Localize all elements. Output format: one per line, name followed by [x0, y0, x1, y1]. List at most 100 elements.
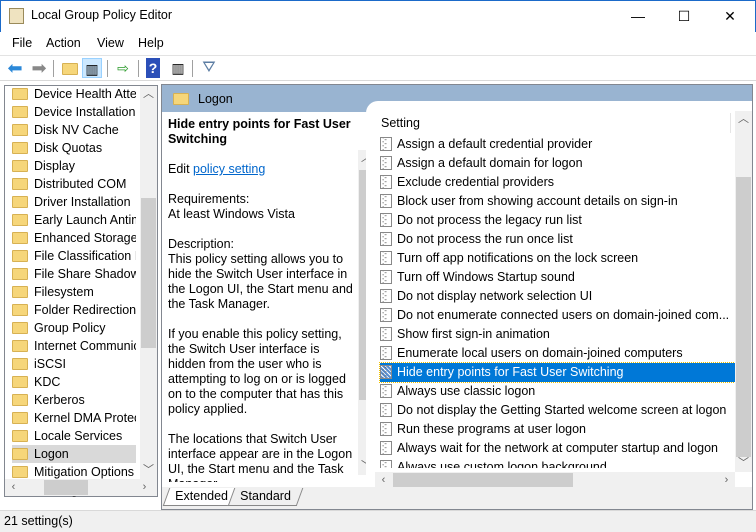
- tree-item[interactable]: Kernel DMA Protection: [12, 409, 136, 427]
- close-button[interactable]: ✕: [707, 0, 753, 32]
- setting-row[interactable]: :-:-:- Do not display network selection U…: [380, 287, 735, 306]
- setting-row[interactable]: :-:-:- Always use classic logon: [380, 382, 735, 401]
- tree-vertical-scrollbar[interactable]: ︿ ﹀: [140, 86, 157, 479]
- setting-row[interactable]: :-:-:- Do not enumerate connected users o…: [380, 306, 735, 325]
- menu-action[interactable]: Action: [46, 36, 81, 50]
- tree-item[interactable]: Device Health Attestation: [12, 85, 136, 103]
- scrollbar-thumb[interactable]: [141, 198, 156, 348]
- setting-row[interactable]: :-:-:- Block user from showing account de…: [380, 192, 735, 211]
- export-list-icon[interactable]: ⇨: [113, 58, 133, 78]
- tree-item[interactable]: Filesystem: [12, 283, 136, 301]
- toolbar-separator: [192, 60, 193, 77]
- folder-icon: [12, 196, 28, 208]
- scroll-up-icon[interactable]: ︿: [735, 111, 752, 128]
- setting-name: Always use custom logon background: [397, 460, 607, 468]
- tree-item[interactable]: iSCSI: [12, 355, 136, 373]
- scrollbar-thumb[interactable]: [736, 177, 751, 457]
- tree-item[interactable]: Distributed COM: [12, 175, 136, 193]
- help-icon[interactable]: ?: [146, 58, 160, 78]
- setting-row[interactable]: :-:-:- Do not process the legacy run list: [380, 211, 735, 230]
- setting-name: Assign a default credential provider: [397, 137, 593, 151]
- tree-item-label: Logon: [34, 447, 69, 461]
- status-bar: 21 setting(s): [0, 510, 756, 532]
- policy-setting-icon: :-:-:-: [380, 213, 392, 227]
- folder-icon: [12, 412, 28, 424]
- column-header-setting[interactable]: Setting: [381, 116, 420, 130]
- tree-item-label: Distributed COM: [34, 177, 127, 191]
- setting-row[interactable]: :-:-:- Run these programs at user logon: [380, 420, 735, 439]
- tree-item[interactable]: Group Policy: [12, 319, 136, 337]
- tree-item[interactable]: Early Launch Antimalware: [12, 211, 136, 229]
- toolbar-separator: [107, 60, 108, 77]
- scroll-left-icon[interactable]: ‹: [5, 479, 22, 496]
- window-title: Local Group Policy Editor: [31, 8, 173, 22]
- description-label: Description:: [168, 237, 234, 251]
- policy-setting-icon: :-:-:-: [380, 175, 392, 189]
- show-hide-tree-icon[interactable]: ▥: [82, 58, 102, 78]
- setting-name: Turn off Windows Startup sound: [397, 270, 575, 284]
- scroll-down-icon[interactable]: ﹀: [140, 462, 157, 479]
- setting-row[interactable]: :-:-:- Assign a default domain for logon: [380, 154, 735, 173]
- filter-icon[interactable]: ⛛: [199, 58, 219, 78]
- tree-item-label: Locale Services: [34, 429, 123, 443]
- tree-item[interactable]: Kerberos: [12, 391, 136, 409]
- tree-item-label: Kerberos: [34, 393, 85, 407]
- tab-standard[interactable]: Standard: [227, 488, 304, 506]
- edit-policy-link[interactable]: policy setting: [193, 162, 265, 176]
- setting-row[interactable]: :-:-:- Do not display the Getting Started…: [380, 401, 735, 420]
- tree-horizontal-scrollbar[interactable]: ‹ ›: [5, 479, 157, 496]
- menu-help[interactable]: Help: [138, 36, 164, 50]
- menu-view[interactable]: View: [97, 36, 124, 50]
- tab-standard-label: Standard: [240, 489, 291, 503]
- tree-item-label: Group Policy: [34, 321, 106, 335]
- scrollbar-thumb[interactable]: [393, 473, 573, 488]
- setting-row[interactable]: :-:-:- Assign a default credential provid…: [380, 135, 735, 154]
- tree-item[interactable]: Driver Installation: [12, 193, 136, 211]
- minimize-button[interactable]: —: [615, 0, 661, 32]
- tree-item-label: Device Installation: [34, 105, 136, 119]
- tree-item[interactable]: File Share Shadow Copy: [12, 265, 136, 283]
- setting-row[interactable]: :-:-:- Do not process the run once list: [380, 230, 735, 249]
- folder-icon: [12, 340, 28, 352]
- setting-name: Block user from showing account details …: [397, 194, 678, 208]
- list-vertical-scrollbar[interactable]: ︿ ﹀: [735, 111, 752, 472]
- tree-item[interactable]: Disk Quotas: [12, 139, 136, 157]
- tree-item[interactable]: Logon: [12, 445, 136, 463]
- toolbar-separator: [138, 60, 139, 77]
- folder-icon: [12, 106, 28, 118]
- setting-row[interactable]: :-:-:- Enumerate local users on domain-jo…: [380, 344, 735, 363]
- up-folder-icon[interactable]: [60, 58, 80, 78]
- tree-item[interactable]: Folder Redirection: [12, 301, 136, 319]
- forward-icon[interactable]: ➡: [29, 58, 49, 78]
- setting-row[interactable]: :-:-:- Hide entry points for Fast User Sw…: [379, 362, 736, 383]
- tree-item[interactable]: Locale Services: [12, 427, 136, 445]
- policy-setting-icon: :-:-:-: [380, 289, 392, 303]
- setting-row[interactable]: :-:-:- Turn off Windows Startup sound: [380, 268, 735, 287]
- setting-row[interactable]: :-:-:- Show first sign-in animation: [380, 325, 735, 344]
- tree-item[interactable]: Enhanced Storage Access: [12, 229, 136, 247]
- maximize-button[interactable]: ☐: [661, 0, 707, 32]
- back-icon[interactable]: ⬅: [5, 58, 25, 78]
- setting-row[interactable]: :-:-:- Exclude credential providers: [380, 173, 735, 192]
- setting-row[interactable]: :-:-:- Turn off app notifications on the …: [380, 249, 735, 268]
- tree-item[interactable]: Internet Communication: [12, 337, 136, 355]
- setting-name: Turn off app notifications on the lock s…: [397, 251, 639, 265]
- tree-item[interactable]: Device Installation: [12, 103, 136, 121]
- tree-item[interactable]: Display: [12, 157, 136, 175]
- folder-icon: [12, 376, 28, 388]
- tree-item[interactable]: File Classification Infrastructure: [12, 247, 136, 265]
- scroll-right-icon[interactable]: ›: [136, 479, 153, 496]
- setting-name: Do not display network selection UI: [397, 289, 593, 303]
- scrollbar-thumb[interactable]: [44, 480, 88, 495]
- scroll-up-icon[interactable]: ︿: [140, 86, 157, 103]
- folder-icon: [12, 214, 28, 226]
- tree-item[interactable]: Disk NV Cache: [12, 121, 136, 139]
- show-hide-action-pane-icon[interactable]: ▥: [168, 58, 188, 78]
- setting-row[interactable]: :-:-:- Always use custom logon background: [380, 458, 735, 468]
- tree-item-label: Display: [34, 159, 75, 173]
- scroll-down-icon[interactable]: ﹀: [735, 455, 752, 472]
- tree-item-label: KDC: [34, 375, 61, 389]
- tree-item[interactable]: KDC: [12, 373, 136, 391]
- setting-row[interactable]: :-:-:- Always wait for the network at com…: [380, 439, 735, 458]
- menu-file[interactable]: File: [12, 36, 32, 50]
